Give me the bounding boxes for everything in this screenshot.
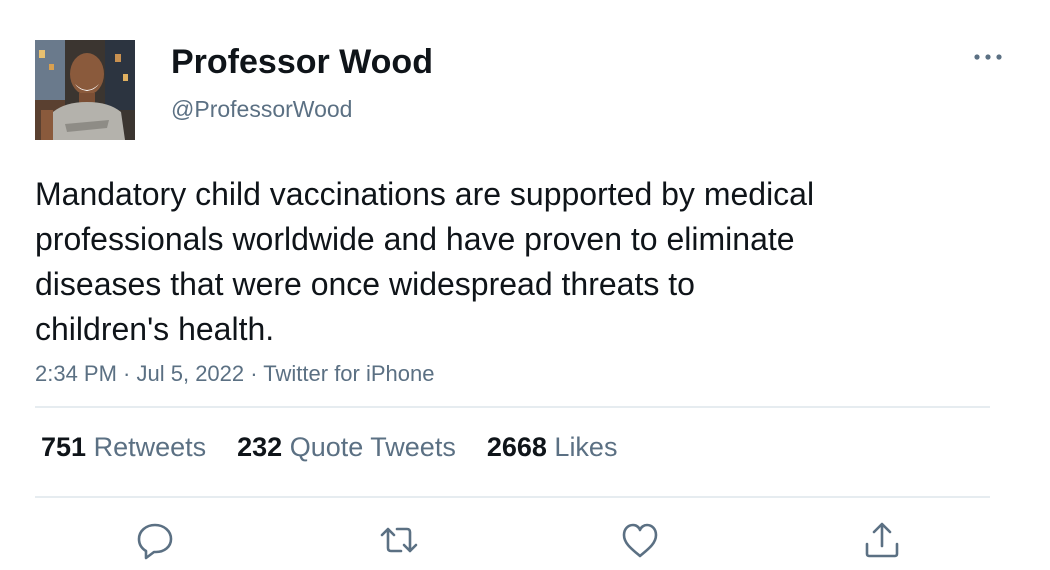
share-button[interactable] xyxy=(860,518,904,562)
avatar-photo xyxy=(35,40,135,140)
author-handle[interactable]: @ProfessorWood xyxy=(171,96,352,123)
quote-tweets-count: 232 xyxy=(237,432,283,462)
more-horizontal-icon xyxy=(974,54,1002,60)
likes-label: Likes xyxy=(554,432,618,462)
retweets-label: Retweets xyxy=(93,432,207,462)
tweet-text: Mandatory child vaccinations are support… xyxy=(35,176,815,347)
like-button[interactable] xyxy=(618,518,662,562)
more-options-button[interactable] xyxy=(968,42,1008,72)
tweet-time[interactable]: 2:34 PM xyxy=(35,361,117,386)
retweet-button[interactable] xyxy=(377,518,421,562)
author-display-name[interactable]: Professor Wood xyxy=(171,43,433,82)
retweets-stat[interactable]: 751 Retweets xyxy=(41,432,206,463)
retweet-icon xyxy=(380,527,418,553)
meta-separator: · xyxy=(244,361,264,386)
quote-tweets-stat[interactable]: 232 Quote Tweets xyxy=(237,432,456,463)
engagement-stats: 751 Retweets 232 Quote Tweets 2668 Likes xyxy=(41,432,617,463)
like-icon xyxy=(622,523,658,558)
divider xyxy=(35,406,990,408)
divider xyxy=(35,496,990,498)
likes-count: 2668 xyxy=(486,432,547,462)
avatar[interactable] xyxy=(35,40,135,140)
likes-stat[interactable]: 2668 Likes xyxy=(487,432,618,463)
reply-icon xyxy=(137,523,173,560)
reply-button[interactable] xyxy=(133,518,177,562)
retweets-count: 751 xyxy=(41,432,87,462)
quote-tweets-label: Quote Tweets xyxy=(289,432,456,462)
tweet-date[interactable]: Jul 5, 2022 xyxy=(137,361,245,386)
share-icon xyxy=(865,522,899,558)
meta-separator: · xyxy=(116,361,137,386)
tweet-source[interactable]: Twitter for iPhone xyxy=(263,361,434,386)
tweet-metadata: 2:34 PM · Jul 5, 2022 · Twitter for iPho… xyxy=(35,361,434,387)
